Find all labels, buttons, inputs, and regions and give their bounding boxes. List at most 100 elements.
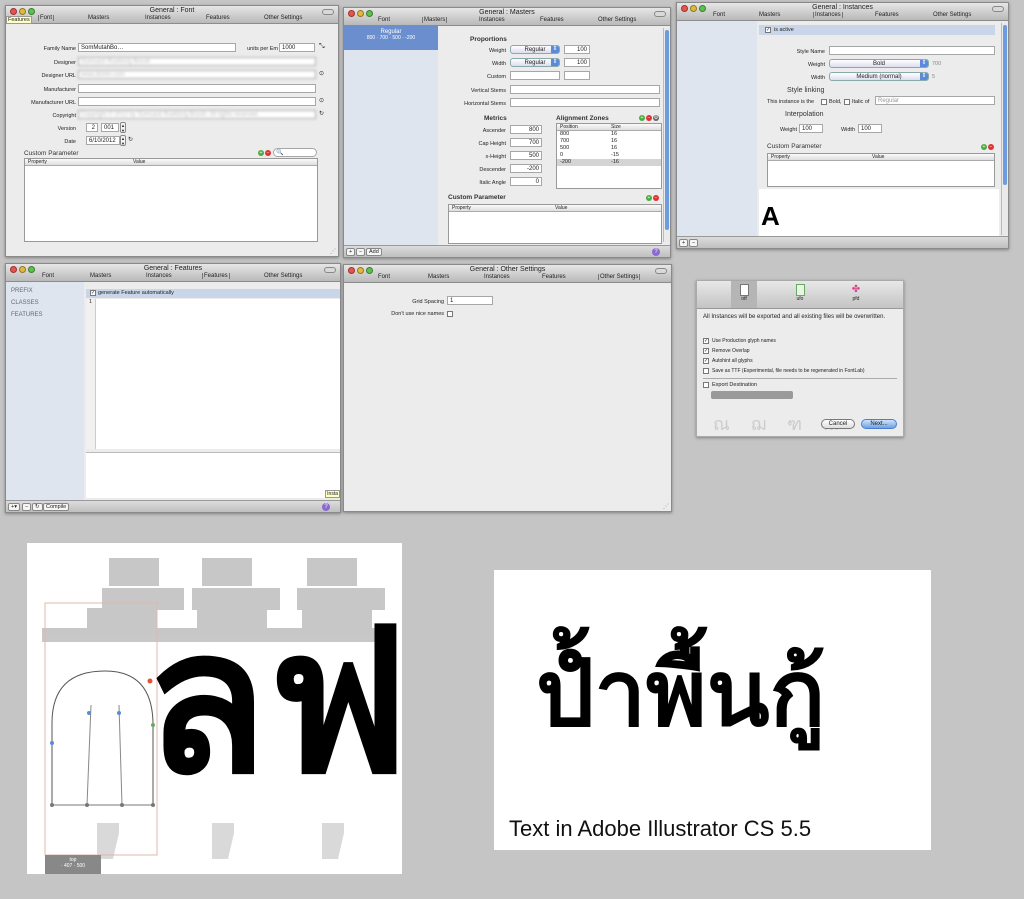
sidebar-item-classes[interactable]: CLASSES <box>11 300 84 312</box>
master-list-item[interactable]: Regular 800 · 700 · 500 · -200 <box>344 26 438 50</box>
remove-instance-button[interactable]: − <box>689 239 699 247</box>
cancel-button[interactable]: Cancel <box>821 419 855 429</box>
style-name-input[interactable] <box>829 46 995 55</box>
destination-path-field[interactable] <box>711 391 793 399</box>
date-stepper[interactable]: ▲ ▼ <box>120 135 126 146</box>
tab-features[interactable]: Features <box>202 273 230 279</box>
custom-value-input[interactable] <box>564 71 590 80</box>
option-row[interactable]: Use Production glyph names <box>703 337 899 347</box>
x-height-input[interactable]: 500 <box>510 151 542 160</box>
italic-angle-input[interactable]: 0 <box>510 177 542 186</box>
titlebar[interactable]: General : Masters Font Masters Instances… <box>344 8 670 26</box>
titlebar[interactable]: General : Other Settings Font Masters In… <box>344 265 671 283</box>
expand-icon[interactable]: ⤡ <box>319 43 325 51</box>
add-parameter-icon[interactable]: + <box>981 144 987 150</box>
vertical-stems-input[interactable] <box>510 85 660 94</box>
help-icon[interactable]: ? <box>322 503 330 511</box>
tab-instances[interactable]: Instances <box>145 15 171 21</box>
remove-overlap-checkbox[interactable] <box>703 348 709 354</box>
width-value-input[interactable]: 100 <box>564 58 590 67</box>
add-master-menu-button[interactable]: + <box>346 248 356 256</box>
open-url-icon[interactable]: ⊙ <box>319 97 324 104</box>
tab-masters[interactable]: Masters <box>90 273 111 279</box>
remove-parameter-icon[interactable]: − <box>988 144 994 150</box>
autohint-checkbox[interactable] <box>703 358 709 364</box>
horizontal-stems-input[interactable] <box>510 98 660 107</box>
custom-parameter-table[interactable]: Property Value <box>448 204 662 244</box>
refresh-date-icon[interactable]: ↻ <box>128 136 133 143</box>
add-feature-menu-button[interactable]: +▾ <box>8 503 20 511</box>
tab-font[interactable]: Font <box>713 12 725 18</box>
tab-font[interactable]: Font <box>378 274 390 280</box>
zone-row[interactable]: 800 16 <box>557 131 661 138</box>
remove-master-button[interactable]: − <box>356 248 366 256</box>
next-button[interactable]: Next... <box>861 419 897 429</box>
tab-masters[interactable]: Masters <box>428 274 449 280</box>
custom-parameter-table[interactable]: Property Value <box>767 153 995 187</box>
resize-grip-icon[interactable]: ⋰ <box>330 248 336 255</box>
generate-automatically-checkbox[interactable] <box>90 290 96 296</box>
zone-options-icon[interactable]: ⚙ <box>653 115 659 121</box>
zone-row[interactable]: 700 16 <box>557 138 661 145</box>
grid-spacing-input[interactable]: 1 <box>447 296 493 305</box>
refresh-button[interactable]: ↻ <box>32 503 43 511</box>
tab-features[interactable]: Features <box>206 15 230 21</box>
remove-feature-button[interactable]: − <box>22 503 32 511</box>
remove-zone-icon[interactable]: − <box>646 115 652 121</box>
italic-checkbox[interactable] <box>844 99 850 105</box>
save-as-ttf-checkbox[interactable] <box>703 368 709 374</box>
format-pfd[interactable]: ✤ pfd <box>843 281 869 308</box>
tab-instances[interactable]: Instances <box>484 274 510 280</box>
family-name-input[interactable]: SomMutahBo… <box>78 43 236 52</box>
tab-masters[interactable]: Masters <box>422 17 448 23</box>
scrollbar[interactable] <box>1001 23 1008 235</box>
weight-select[interactable]: Bold <box>829 59 929 68</box>
col-property[interactable]: Property <box>771 154 790 160</box>
add-parameter-icon[interactable]: + <box>646 195 652 201</box>
weight-value-input[interactable]: 100 <box>564 45 590 54</box>
copyright-symbol-icon[interactable]: ↻ <box>319 110 324 117</box>
compile-button[interactable]: Compile <box>43 503 70 511</box>
manufacturer-url-input[interactable] <box>78 97 316 106</box>
descender-input[interactable]: -200 <box>510 164 542 173</box>
titlebar[interactable]: General : Features Font Masters Instance… <box>6 264 340 282</box>
col-value[interactable]: Value <box>133 159 145 165</box>
open-url-icon[interactable]: ⊙ <box>319 70 324 77</box>
ascender-input[interactable]: 800 <box>510 125 542 134</box>
alignment-zones-table[interactable]: Position Size 800 16 700 16 500 16 0 -15 -20… <box>556 123 662 189</box>
is-active-checkbox[interactable] <box>765 27 771 33</box>
date-input[interactable]: 6/10/2012 <box>86 136 120 145</box>
linked-style-input[interactable]: Regular <box>875 96 995 105</box>
tab-features[interactable]: Features <box>542 274 566 280</box>
width-select[interactable]: Regular <box>510 58 560 67</box>
designer-url-input[interactable]: www.domin.com <box>78 70 316 79</box>
tab-instances[interactable]: Instances <box>813 12 843 18</box>
col-position[interactable]: Position <box>560 124 578 130</box>
format-ufo[interactable]: ufo <box>787 281 813 308</box>
version-major-input[interactable]: 2 <box>86 123 98 132</box>
interp-weight-input[interactable]: 100 <box>799 124 823 133</box>
sidebar-item-prefix[interactable]: PREFIX <box>11 288 84 300</box>
tab-other-settings[interactable]: Other Settings <box>264 15 302 21</box>
interp-width-input[interactable]: 100 <box>858 124 882 133</box>
tab-features[interactable]: Features <box>875 12 899 18</box>
add-instance-button[interactable]: + <box>679 239 689 247</box>
feature-code-editor[interactable]: 1 <box>86 299 340 449</box>
tab-other-settings[interactable]: Other Settings <box>598 274 641 280</box>
parameter-search-input[interactable]: 🔍 <box>273 148 317 157</box>
col-property[interactable]: Property <box>452 205 471 211</box>
add-parameter-icon[interactable]: + <box>258 150 264 156</box>
tab-other-settings[interactable]: Other Settings <box>264 273 302 279</box>
version-stepper[interactable]: ▲ ▼ <box>120 122 126 133</box>
feature-notes-area[interactable] <box>86 452 340 498</box>
copyright-input[interactable]: Copyright © 2012 by Somsack Ruettong Bos… <box>78 110 316 119</box>
col-value[interactable]: Value <box>872 154 884 160</box>
manufacturer-input[interactable] <box>78 84 316 93</box>
cap-height-input[interactable]: 700 <box>510 138 542 147</box>
nice-names-checkbox[interactable] <box>447 311 453 317</box>
zone-row[interactable]: 500 16 <box>557 145 661 152</box>
option-row[interactable]: Remove Overlap <box>703 347 899 357</box>
designer-input[interactable]: Somsack Ruettong Bossh <box>78 57 316 66</box>
remove-parameter-icon[interactable]: − <box>653 195 659 201</box>
export-destination-checkbox[interactable] <box>703 382 709 388</box>
